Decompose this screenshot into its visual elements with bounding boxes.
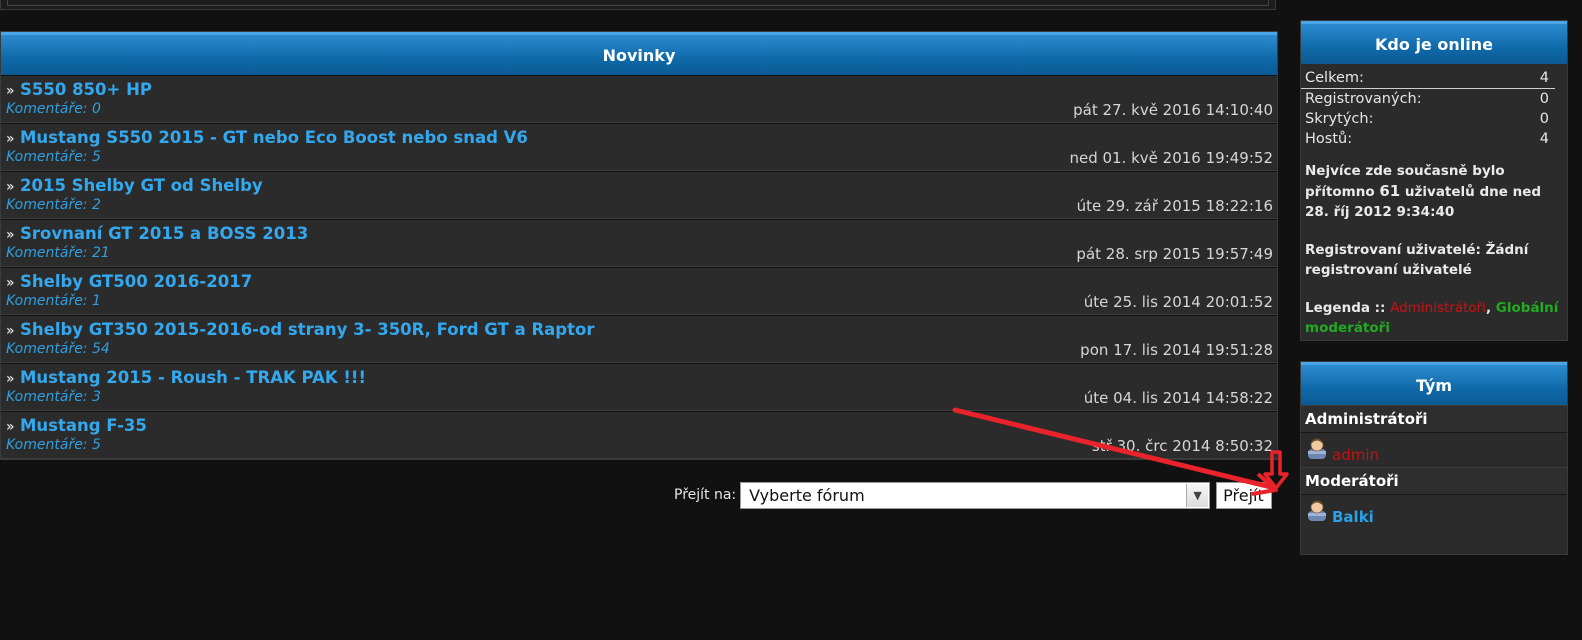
stat-label: Skrytých:: [1305, 111, 1374, 127]
registered-label: Registrovaní uživatelé:: [1305, 242, 1481, 258]
news-date: pát 28. srp 2015 19:57:49: [1076, 245, 1273, 263]
news-title-link[interactable]: 2015 Shelby GT od Shelby: [20, 176, 263, 195]
legend-label: Legenda ::: [1305, 300, 1386, 316]
legend: Legenda :: Administrátoři, Globální mode…: [1301, 294, 1567, 338]
news-title-link[interactable]: Mustang 2015 - Roush - TRAK PAK !!!: [20, 368, 366, 387]
legend-separator: ,: [1485, 300, 1492, 316]
forum-select[interactable]: Vyberte fórum ▼: [740, 481, 1211, 509]
news-comments-link[interactable]: Komentáře: 5: [6, 437, 101, 453]
stat-value: 0: [1539, 111, 1549, 127]
forum-select-value: Vyberte fórum: [749, 485, 865, 505]
who-is-online-panel: Kdo je online Celkem: 4 Registrovaných: …: [1300, 20, 1568, 341]
news-comments-link[interactable]: Komentáře: 54: [6, 341, 110, 357]
stat-value: 4: [1539, 131, 1549, 147]
user-icon: [1308, 500, 1326, 521]
team-member-admin[interactable]: admin: [1301, 433, 1567, 467]
news-item: » 2015 Shelby GT od Shelby Komentáře: 2 …: [1, 171, 1277, 219]
news-panel: Novinky » S550 850+ HP Komentáře: 0 pát …: [0, 31, 1278, 460]
bullet-icon: »: [6, 227, 15, 243]
news-title-link[interactable]: Shelby GT500 2016-2017: [20, 272, 252, 291]
stat-hidden: Skrytých: 0: [1301, 109, 1567, 129]
news-title-link[interactable]: Mustang S550 2015 - GT nebo Eco Boost ne…: [20, 128, 528, 147]
stat-total: Celkem: 4: [1301, 68, 1555, 89]
news-date: úte 25. lis 2014 20:01:52: [1083, 293, 1273, 311]
news-title-link[interactable]: Mustang F-35: [20, 416, 147, 435]
news-comments-link[interactable]: Komentáře: 5: [6, 149, 101, 165]
legend-admins: Administrátoři: [1390, 300, 1486, 316]
mods-group-label: Moderátoři: [1301, 467, 1567, 495]
news-title-link[interactable]: S550 850+ HP: [20, 80, 152, 99]
team-member-moderator[interactable]: Balki: [1301, 495, 1567, 529]
bullet-icon: »: [6, 371, 15, 387]
news-date: stř 30. črc 2014 8:50:32: [1091, 437, 1273, 455]
stat-label: Registrovaných:: [1305, 91, 1422, 107]
news-comments-link[interactable]: Komentáře: 21: [6, 245, 110, 261]
registered-users: Registrovaní uživatelé: Žádní registrova…: [1301, 236, 1567, 280]
bullet-icon: »: [6, 275, 15, 291]
team-header: Tým: [1301, 362, 1567, 405]
news-comments-link[interactable]: Komentáře: 0: [6, 101, 101, 117]
top-panel-inner: [7, 0, 1269, 6]
bullet-icon: »: [6, 131, 15, 147]
news-date: pát 27. kvě 2016 14:10:40: [1073, 101, 1273, 119]
news-item: » Mustang 2015 - Roush - TRAK PAK !!! Ko…: [1, 363, 1277, 411]
news-item: » Mustang S550 2015 - GT nebo Eco Boost …: [1, 123, 1277, 171]
news-item: » Shelby GT350 2015-2016-od strany 3- 35…: [1, 315, 1277, 363]
team-panel: Tým Administrátoři admin Moderátoři Balk…: [1300, 361, 1568, 555]
news-date: úte 04. lis 2014 14:58:22: [1083, 389, 1273, 407]
bullet-icon: »: [6, 83, 15, 99]
bullet-icon: »: [6, 419, 15, 435]
user-icon: [1308, 438, 1326, 459]
news-item: » Srovnaní GT 2015 a BOSS 2013 Komentáře…: [1, 219, 1277, 267]
news-title-link[interactable]: Srovnaní GT 2015 a BOSS 2013: [20, 224, 308, 243]
news-item: » S550 850+ HP Komentáře: 0 pát 27. kvě …: [1, 75, 1277, 123]
stat-value: 4: [1539, 70, 1549, 86]
bullet-icon: »: [6, 179, 15, 195]
news-date: ned 01. kvě 2016 19:49:52: [1069, 149, 1273, 167]
jump-to-forum: Přejít na: Vyberte fórum ▼ Přejít: [674, 481, 1273, 509]
record-count: 61: [1379, 182, 1401, 200]
jump-label: Přejít na:: [674, 487, 737, 503]
news-item: » Mustang F-35 Komentáře: 5 stř 30. črc …: [1, 411, 1277, 459]
news-comments-link[interactable]: Komentáře: 2: [6, 197, 101, 213]
online-header: Kdo je online: [1301, 21, 1567, 64]
news-item: » Shelby GT500 2016-2017 Komentáře: 1 út…: [1, 267, 1277, 315]
admins-group-label: Administrátoři: [1301, 405, 1567, 433]
stat-label: Hostů:: [1305, 131, 1353, 147]
moderator-name-link[interactable]: Balki: [1332, 508, 1374, 526]
jump-go-button[interactable]: Přejít: [1216, 481, 1273, 509]
admin-name-link[interactable]: admin: [1332, 446, 1379, 464]
stat-guests: Hostů: 4: [1301, 129, 1567, 149]
bullet-icon: »: [6, 323, 15, 339]
news-comments-link[interactable]: Komentáře: 3: [6, 389, 101, 405]
news-title-link[interactable]: Shelby GT350 2015-2016-od strany 3- 350R…: [20, 320, 594, 339]
stat-label: Celkem:: [1305, 70, 1364, 86]
online-record: Nejvíce zde současně bylo přítomno 61 už…: [1301, 157, 1567, 222]
top-panel-edge: [0, 0, 1276, 10]
news-comments-link[interactable]: Komentáře: 1: [6, 293, 101, 309]
news-date: úte 29. zář 2015 18:22:16: [1076, 197, 1273, 215]
chevron-down-icon[interactable]: ▼: [1186, 483, 1209, 507]
stat-value: 0: [1539, 91, 1549, 107]
stat-registered: Registrovaných: 0: [1301, 89, 1567, 109]
news-header: Novinky: [1, 32, 1277, 75]
news-date: pon 17. lis 2014 19:51:28: [1080, 341, 1273, 359]
